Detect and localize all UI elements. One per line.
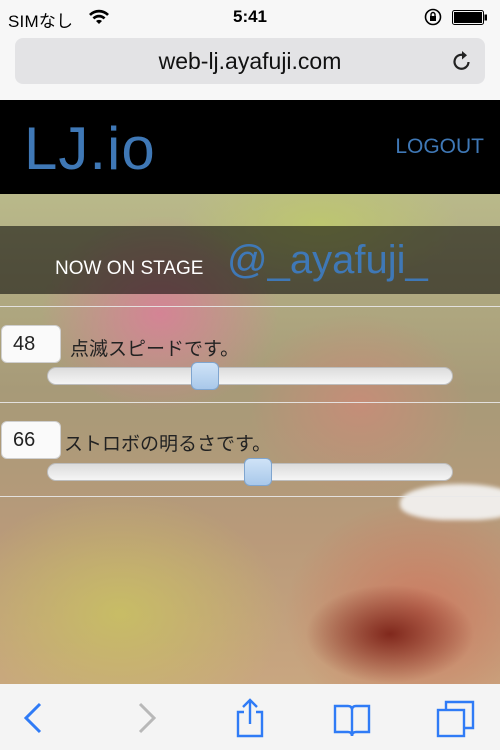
share-icon[interactable] <box>230 698 270 738</box>
speed-slider-thumb[interactable] <box>191 362 219 390</box>
now-on-stage-banner: NOW ON STAGE @_ayafuji_ <box>0 226 500 294</box>
site-logo[interactable]: LJ.io <box>24 114 156 183</box>
browser-toolbar <box>0 684 500 750</box>
speed-label: 点滅スピードです。 <box>70 339 240 360</box>
logout-link[interactable]: LOGOUT <box>395 135 484 159</box>
back-icon[interactable] <box>16 698 56 738</box>
strobe-slider-thumb[interactable] <box>244 458 272 486</box>
strobe-value-input[interactable]: 66 <box>1 421 61 459</box>
reload-icon[interactable] <box>451 49 473 73</box>
now-on-stage-label: NOW ON STAGE <box>55 258 204 279</box>
rotation-lock-icon <box>424 8 442 26</box>
stage-username[interactable]: @_ayafuji_ <box>227 238 428 283</box>
photo-detail <box>400 484 500 520</box>
url-text: web-lj.ayafuji.com <box>158 48 342 74</box>
bookmarks-icon[interactable] <box>332 698 372 738</box>
speed-value-input[interactable]: 48 <box>1 325 61 363</box>
divider <box>0 496 500 497</box>
browser-address-area: web-lj.ayafuji.com <box>0 34 500 100</box>
strobe-label: ストロボの明るさです。 <box>64 434 272 455</box>
address-bar[interactable]: web-lj.ayafuji.com <box>15 38 485 84</box>
site-header: LJ.io LOGOUT <box>0 100 500 194</box>
divider <box>0 402 500 403</box>
battery-icon <box>452 10 487 25</box>
tabs-icon[interactable] <box>436 698 476 738</box>
speed-slider-track[interactable] <box>47 367 453 385</box>
status-bar: SIMなし 5:41 <box>0 0 500 34</box>
forward-icon[interactable] <box>126 698 166 738</box>
divider <box>0 306 500 307</box>
